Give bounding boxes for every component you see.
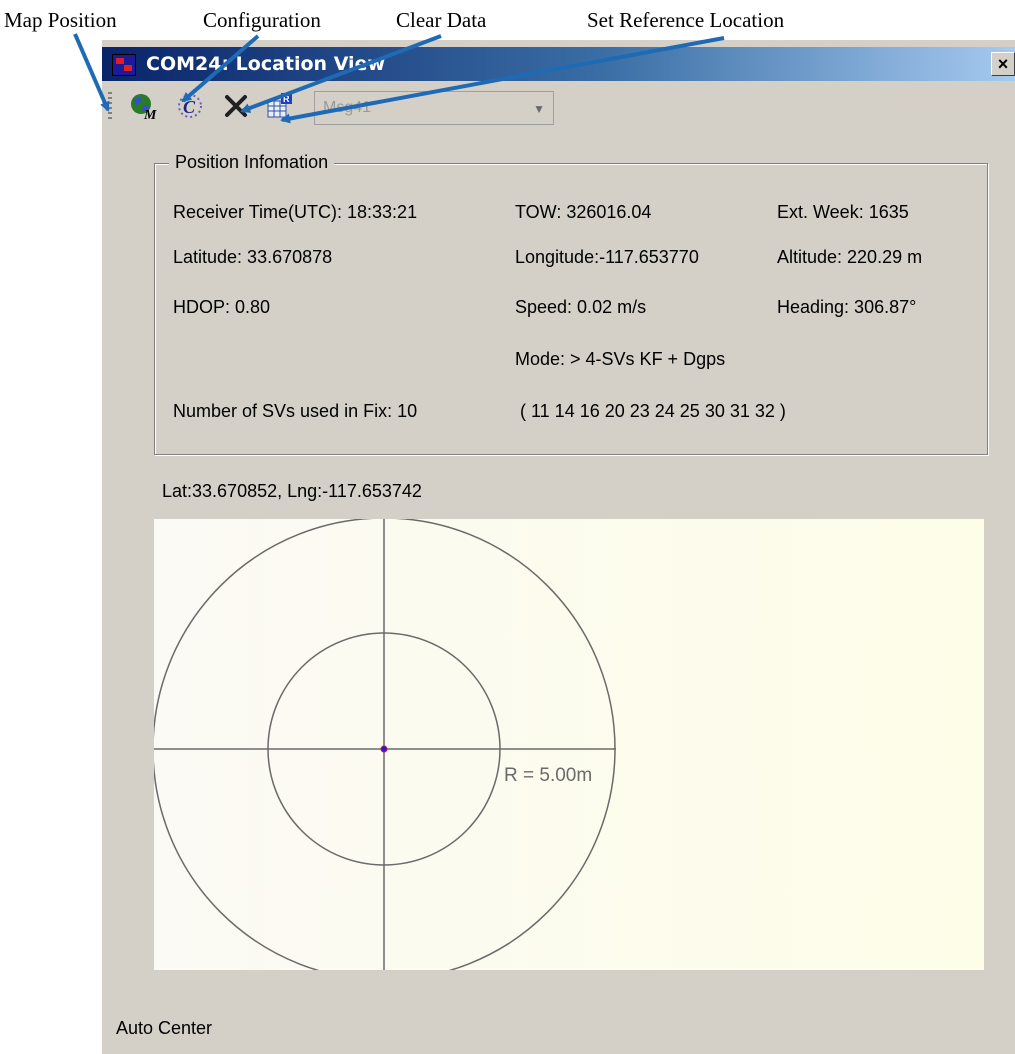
speed: Speed: 0.02 m/s (515, 297, 647, 317)
svg-text:C: C (183, 97, 196, 117)
svg-text:R: R (283, 94, 290, 104)
position-information-group: Position Infomation Receiver Time(UTC): … (154, 152, 988, 455)
location-map[interactable]: R = 5.00m (154, 519, 984, 970)
configuration-button[interactable]: C (174, 90, 206, 122)
position-dot (380, 745, 388, 753)
map-position-button[interactable]: M (128, 90, 160, 123)
annotation-map-position: Map Position (4, 8, 117, 32)
cursor-coordinate: Lat:33.670852, Lng:-117.653742 (162, 481, 422, 501)
message-select[interactable]: Msg41 ▼ (314, 91, 554, 125)
message-select-value: Msg41 (323, 99, 372, 116)
window-title: COM24: Location View (146, 53, 386, 75)
mode: Mode: > 4-SVs KF + Dgps (515, 349, 726, 369)
chevron-down-icon: ▼ (533, 102, 545, 116)
radius-label: R = 5.00m (504, 765, 592, 786)
annotation-set-reference-location: Set Reference Location (587, 8, 785, 32)
ext-week: Ext. Week: 1635 (777, 202, 909, 222)
hdop: HDOP: 0.80 (173, 297, 271, 317)
heading: Heading: 306.87° (777, 297, 917, 317)
set-reference-location-icon: R (267, 93, 292, 118)
toolbar: M C R (102, 84, 1015, 130)
close-button[interactable]: × (991, 52, 1015, 76)
map-position-icon: M (131, 94, 157, 123)
set-reference-location-button[interactable]: R (264, 90, 296, 122)
location-view-window: COM24: Location View × M C R Msg41 ▼ Pos… (100, 40, 1015, 1054)
clear-data-icon (225, 95, 247, 117)
svg-text:M: M (143, 108, 157, 122)
annotation-clear-data: Clear Data (396, 8, 487, 32)
clear-data-button[interactable] (220, 90, 252, 122)
longitude: Longitude:-117.653770 (515, 247, 699, 267)
scatter-plot: R = 5.00m (154, 519, 616, 970)
configuration-icon: C (178, 94, 202, 118)
position-information-title: Position Infomation (169, 152, 335, 173)
toolbar-grip[interactable] (108, 92, 112, 122)
latitude: Latitude: 33.670878 (173, 247, 333, 267)
receiver-time: Receiver Time(UTC): 18:33:21 (173, 202, 418, 222)
app-icon (112, 54, 136, 76)
annotation-configuration: Configuration (203, 8, 321, 32)
num-svs: Number of SVs used in Fix: 10 (173, 401, 418, 421)
title-bar[interactable]: COM24: Location View × (102, 47, 1015, 81)
altitude: Altitude: 220.29 m (777, 247, 923, 267)
sv-list: ( 11 14 16 20 23 24 25 30 31 32 ) (520, 401, 786, 421)
auto-center-status[interactable]: Auto Center (116, 1018, 212, 1039)
tow: TOW: 326016.04 (515, 202, 652, 222)
